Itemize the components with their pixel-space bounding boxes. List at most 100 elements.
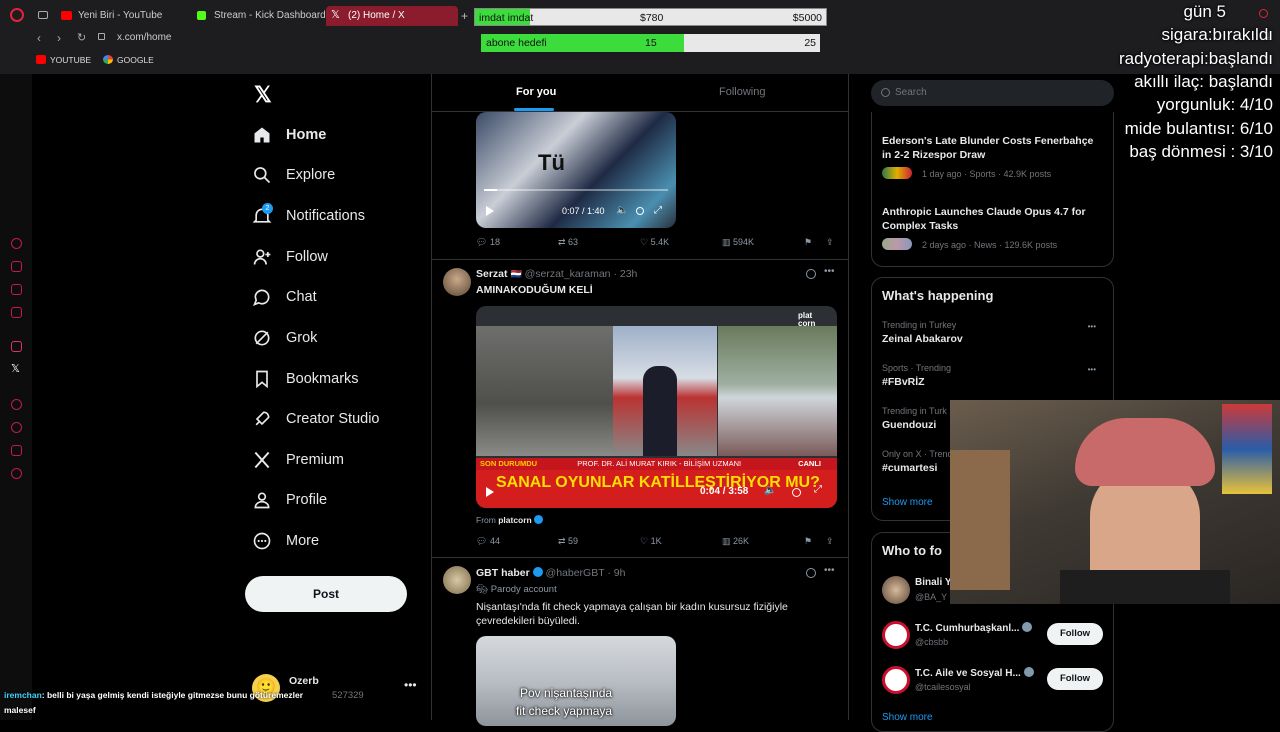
more-dots-icon[interactable]: ••• <box>824 266 835 277</box>
suggestion-name[interactable]: Binali Y <box>915 577 952 588</box>
author-name[interactable]: GBT haber <box>476 567 530 579</box>
settings-icon[interactable] <box>636 207 644 215</box>
reply-button[interactable]: 💬︎ 18 <box>476 237 500 248</box>
new-tab-icon[interactable]: + <box>461 9 468 23</box>
nav-item-more[interactable]: More <box>252 526 319 556</box>
reload-icon[interactable]: ↻ <box>77 31 86 44</box>
more-dots-icon[interactable]: ••• <box>1088 365 1096 374</box>
grok-icon[interactable] <box>806 269 816 279</box>
news-item[interactable]: Anthropic Launches Claude Opus 4.7 for C… <box>882 205 1104 250</box>
messenger-icon[interactable] <box>11 284 22 295</box>
trend-item[interactable]: Sports · Trending #FBvRİZ ••• <box>882 363 1102 388</box>
search-icon[interactable] <box>1259 9 1268 18</box>
avatar[interactable] <box>882 666 910 694</box>
settings-icon[interactable] <box>792 488 801 497</box>
show-more-link[interactable]: Show more <box>882 712 933 723</box>
views-button[interactable]: ▥ 26K <box>722 536 749 547</box>
bookmark-youtube[interactable]: YOUTUBE <box>36 55 91 65</box>
tab-following[interactable]: Following <box>719 86 765 98</box>
nav-item-creator-studio[interactable]: Creator Studio <box>252 404 380 434</box>
nav-label: Creator Studio <box>286 411 380 427</box>
nav-item-follow[interactable]: Follow <box>252 242 328 272</box>
trend-item[interactable]: Trending in Turkey Zeinal Abakarov ••• <box>882 320 1102 345</box>
opera-logo-icon[interactable] <box>10 8 24 22</box>
donation-goal-bar: imdat imdat $780 $5000 <box>474 8 827 26</box>
avatar[interactable] <box>882 576 910 604</box>
post-video[interactable]: plat corn SON DURUMDU PROF. DR. ALİ MURAT… <box>476 306 837 508</box>
play-icon[interactable] <box>486 206 494 216</box>
follow-button[interactable]: Follow <box>1047 623 1103 645</box>
nav-item-home[interactable]: Home <box>252 120 326 150</box>
repost-button[interactable]: ⇄ 59 <box>558 536 578 547</box>
fullscreen-icon[interactable]: ⤢ <box>814 484 822 495</box>
views-button[interactable]: ▥ 594K <box>722 237 754 248</box>
bookmark-google[interactable]: GOOGLE <box>103 55 154 65</box>
instagram-icon[interactable] <box>11 341 22 352</box>
from-source[interactable]: From platcorn <box>476 515 544 525</box>
nav-item-chat[interactable]: Chat <box>252 282 317 312</box>
nav-item-explore[interactable]: Explore <box>252 160 335 190</box>
news-item[interactable]: Ederson's Late Blunder Costs Fenerbahçe … <box>882 134 1104 179</box>
repost-button[interactable]: ⇄ 63 <box>558 237 578 248</box>
post-time[interactable]: 9h <box>614 567 626 579</box>
bookmark-icon[interactable]: ⚑ <box>804 237 812 248</box>
suggestion-name[interactable]: T.C. Cumhurbaşkanl... <box>915 622 1033 634</box>
nav-item-bookmarks[interactable]: Bookmarks <box>252 364 359 394</box>
author-handle[interactable]: @haberGBT <box>546 567 605 579</box>
nav-item-profile[interactable]: Profile <box>252 485 327 515</box>
aria-icon[interactable] <box>11 238 22 249</box>
fullscreen-icon[interactable]: ⤢ <box>654 205 662 216</box>
volume-icon[interactable]: 🔈 <box>764 485 776 496</box>
show-more-link[interactable]: Show more <box>882 497 933 508</box>
author-handle[interactable]: @serzat_karaman <box>525 268 611 280</box>
pin-icon[interactable] <box>11 445 22 456</box>
nav-item-premium[interactable]: Premium <box>252 445 344 475</box>
browser-tab-x[interactable]: 𝕏 (2) Home / X <box>326 6 458 26</box>
tab-label: Yeni Biri - YouTube <box>78 10 163 21</box>
share-icon[interactable]: ⇪ <box>826 536 834 547</box>
post-time[interactable]: 23h <box>620 268 638 280</box>
nav-label: More <box>286 533 320 549</box>
tab-for-you[interactable]: For you <box>516 86 556 98</box>
more-dots-icon[interactable]: ••• <box>824 565 835 576</box>
forward-icon[interactable]: › <box>57 31 61 45</box>
avatar[interactable] <box>443 566 471 594</box>
post-video[interactable]: Pov nişantaşında fit check yapmaya <box>476 636 676 726</box>
x-logo-icon[interactable]: 𝕏 <box>254 82 272 108</box>
post-button[interactable]: Post <box>245 576 407 612</box>
nav-item-grok[interactable]: Grok <box>252 323 317 353</box>
search-input[interactable]: Search <box>871 80 1114 106</box>
music-icon[interactable] <box>11 399 22 410</box>
clock-icon[interactable] <box>11 422 22 433</box>
back-icon[interactable]: ‹ <box>37 31 41 45</box>
home-icon <box>254 127 270 143</box>
browser-tab-kick[interactable]: Stream - Kick Dashboard <box>192 6 326 26</box>
bot-icon[interactable] <box>11 261 22 272</box>
author-name[interactable]: Serzat <box>476 268 508 280</box>
post-video[interactable]: Tü 0:07 / 1:40 🔈 ⤢ <box>476 112 676 228</box>
x-icon[interactable]: 𝕏 <box>11 362 20 375</box>
bookmark-icon[interactable]: ⚑ <box>804 536 812 547</box>
suggestion-name[interactable]: T.C. Aile ve Sosyal H... <box>915 667 1034 679</box>
grok-icon[interactable] <box>806 568 816 578</box>
more-dots-icon[interactable]: ••• <box>1088 322 1096 331</box>
play-icon[interactable] <box>486 487 494 497</box>
settings-icon[interactable] <box>11 468 22 479</box>
browser-tab-youtube[interactable]: Yeni Biri - YouTube <box>56 6 184 26</box>
volume-icon[interactable]: 🔈 <box>616 205 628 216</box>
suggestion-handle: @BA_Y <box>915 592 948 602</box>
video-progress-bar[interactable] <box>484 189 668 191</box>
follow-button[interactable]: Follow <box>1047 668 1103 690</box>
avatar[interactable] <box>882 621 910 649</box>
like-button[interactable]: ♡ 1K <box>640 536 662 547</box>
reply-button[interactable]: 💬︎ 44 <box>476 536 500 547</box>
like-count: 1K <box>650 536 662 546</box>
tab-overview-icon[interactable] <box>38 11 48 19</box>
twitch-icon[interactable] <box>11 307 22 318</box>
like-button[interactable]: ♡ 5.4K <box>640 237 669 248</box>
address-bar[interactable]: x.com/home <box>117 32 171 43</box>
person-icon <box>254 492 270 509</box>
nav-item-notifications[interactable]: Notifications 2 <box>252 201 365 231</box>
share-icon[interactable]: ⇪ <box>826 237 834 248</box>
avatar[interactable] <box>443 268 471 296</box>
